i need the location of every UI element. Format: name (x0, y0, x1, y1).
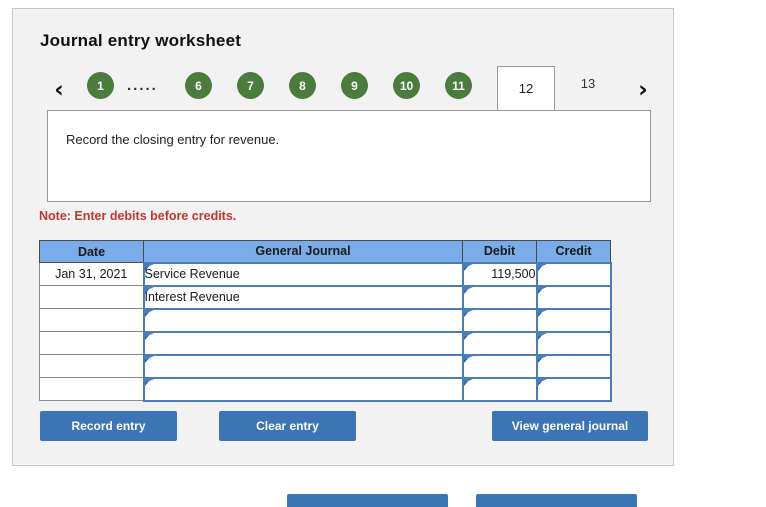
account-cell[interactable] (142, 307, 464, 333)
account-cell[interactable] (142, 376, 464, 402)
table-row (39, 376, 612, 402)
date-cell[interactable]: Jan 31, 2021 (39, 262, 144, 286)
credit-cell[interactable] (535, 307, 612, 333)
debit-cell[interactable] (461, 376, 538, 402)
credit-cell[interactable] (535, 353, 612, 379)
pager-step-9[interactable]: 9 (341, 72, 368, 99)
date-cell[interactable] (39, 377, 144, 401)
worksheet-panel: Journal entry worksheet ‹ 1 ..... 6 7 8 … (12, 8, 674, 466)
view-general-journal-button[interactable]: View general journal (492, 411, 648, 441)
offscreen-button-right[interactable] (476, 494, 637, 507)
date-cell[interactable] (39, 331, 144, 355)
debit-cell[interactable] (461, 307, 538, 333)
debit-cell[interactable] (461, 284, 538, 310)
date-cell[interactable] (39, 285, 144, 309)
column-header-credit: Credit (536, 240, 611, 263)
debit-cell[interactable] (461, 353, 538, 379)
date-cell[interactable] (39, 354, 144, 378)
page-title: Journal entry worksheet (40, 31, 242, 50)
column-header-date: Date (39, 240, 144, 263)
credit-cell[interactable] (535, 376, 612, 402)
credit-cell[interactable] (535, 261, 612, 287)
journal-entry-table: Date General Journal Debit Credit Jan 31… (39, 240, 612, 402)
table-row: Interest Revenue (39, 284, 612, 310)
pager-step-8[interactable]: 8 (289, 72, 316, 99)
credit-cell[interactable] (535, 284, 612, 310)
clear-entry-button[interactable]: Clear entry (219, 411, 356, 441)
instruction-panel: Record the closing entry for revenue. (47, 110, 651, 202)
pager-step-7[interactable]: 7 (237, 72, 264, 99)
offscreen-button-left[interactable] (287, 494, 448, 507)
previous-page-icon[interactable]: ‹ (47, 76, 71, 104)
pager-ellipsis: ..... (127, 77, 158, 94)
table-row (39, 353, 612, 379)
account-cell[interactable]: Service Revenue (142, 261, 464, 287)
pager-step-6[interactable]: 6 (185, 72, 212, 99)
column-header-debit: Debit (462, 240, 537, 263)
next-page-icon[interactable]: › (631, 76, 655, 104)
pager-step-11[interactable]: 11 (445, 72, 472, 99)
credit-cell[interactable] (535, 330, 612, 356)
pager-step-1[interactable]: 1 (87, 72, 114, 99)
table-row: Jan 31, 2021 Service Revenue 119,500 (39, 261, 612, 287)
debit-cell[interactable]: 119,500 (461, 261, 538, 287)
pagination-bar: ‹ 1 ..... 6 7 8 9 10 11 12 13 › (39, 66, 661, 116)
instruction-text: Record the closing entry for revenue. (66, 132, 280, 147)
record-entry-button[interactable]: Record entry (40, 411, 177, 441)
pager-step-13[interactable]: 13 (571, 76, 605, 91)
account-cell[interactable] (142, 353, 464, 379)
pager-step-10[interactable]: 10 (393, 72, 420, 99)
column-header-journal: General Journal (143, 240, 463, 263)
table-row (39, 330, 612, 356)
note-text: Note: Enter debits before credits. (39, 209, 237, 223)
date-cell[interactable] (39, 308, 144, 332)
account-cell[interactable]: Interest Revenue (142, 284, 464, 310)
debit-cell[interactable] (461, 330, 538, 356)
table-header-row: Date General Journal Debit Credit (39, 240, 611, 263)
table-row (39, 307, 612, 333)
account-cell[interactable] (142, 330, 464, 356)
pager-step-12-active[interactable]: 12 (497, 66, 555, 110)
